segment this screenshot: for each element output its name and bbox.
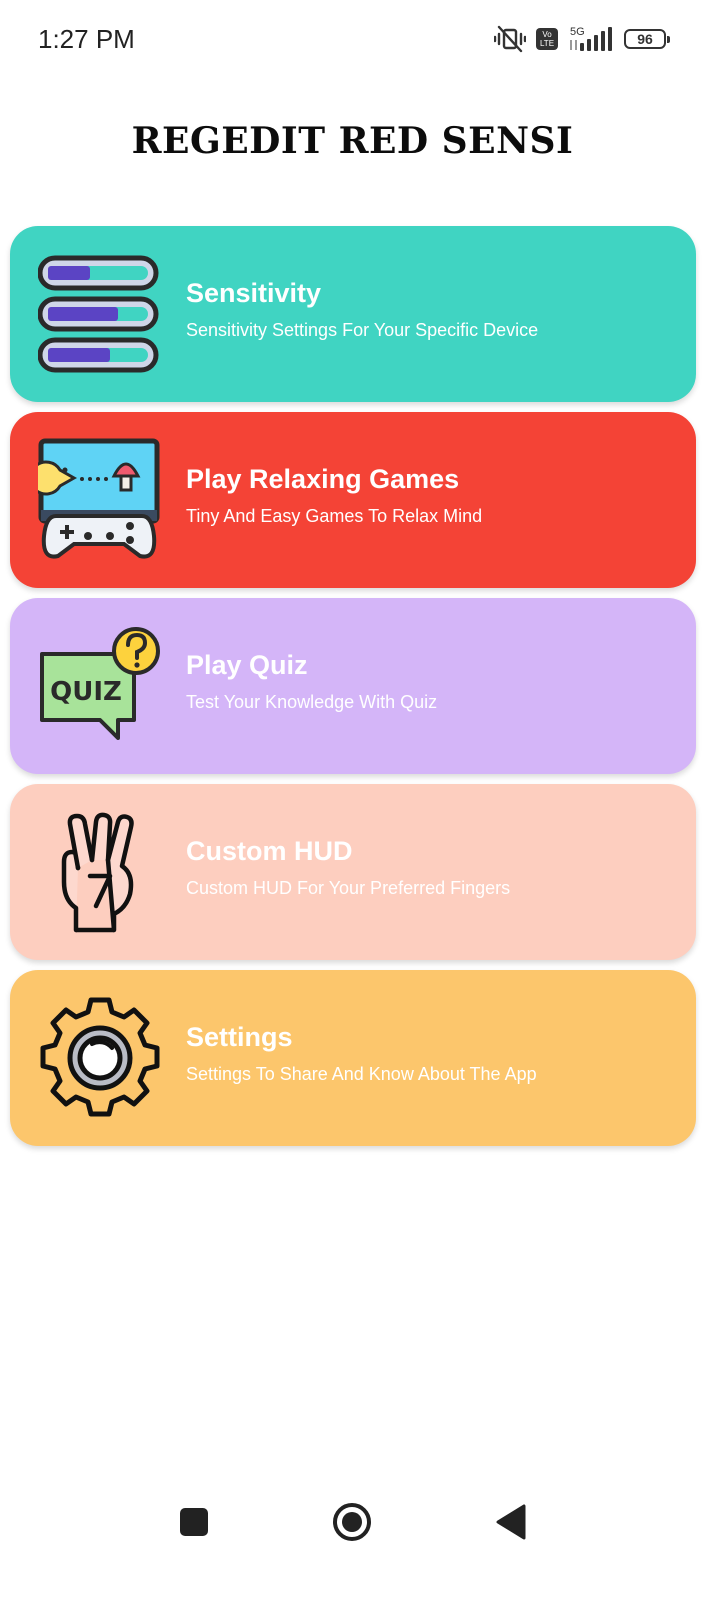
recents-square-icon[interactable]	[172, 1500, 216, 1544]
three-fingers-hand-icon	[61, 812, 134, 933]
menu-card-quiz[interactable]: QUIZ Play Quiz Test Your Knowledge With …	[10, 598, 696, 774]
volte-icon: Vo LTE	[536, 28, 558, 50]
battery-level: 96	[637, 31, 653, 47]
card-subtitle: Test Your Knowledge With Quiz	[186, 692, 438, 712]
card-subtitle: Settings To Share And Know About The App	[186, 1064, 537, 1084]
card-title: Custom HUD	[186, 836, 353, 866]
card-title: Sensitivity	[186, 278, 322, 308]
menu-card-sensitivity[interactable]: Sensitivity Sensitivity Settings For You…	[10, 226, 696, 402]
card-subtitle: Tiny And Easy Games To Relax Mind	[186, 506, 483, 526]
sensitivity-sliders-icon	[38, 255, 159, 373]
volte-text-top: Vo	[542, 30, 552, 39]
card-title: Settings	[186, 1022, 293, 1052]
vibrate-mute-icon	[494, 25, 526, 53]
card-title: Play Quiz	[186, 650, 308, 680]
status-time: 1:27 PM	[38, 24, 135, 54]
signal-5g-icon: 5G	[570, 26, 612, 51]
game-console-icon	[38, 438, 160, 559]
navigation-bar	[0, 1480, 720, 1570]
back-triangle-icon[interactable]	[490, 1500, 534, 1544]
card-subtitle: Sensitivity Settings For Your Specific D…	[186, 320, 539, 340]
status-bar: 1:27 PM Vo LTE 5G 96	[0, 0, 720, 80]
page-title: REGEDIT RED SENSI	[131, 120, 574, 162]
status-icons: Vo LTE 5G 96	[494, 24, 670, 54]
menu-card-custom-hud[interactable]: Custom HUD Custom HUD For Your Preferred…	[10, 784, 696, 960]
volte-text-bottom: LTE	[539, 39, 555, 48]
card-subtitle: Custom HUD For Your Preferred Fingers	[186, 878, 511, 898]
gear-icon	[40, 997, 160, 1117]
home-circle-icon[interactable]	[330, 1500, 374, 1544]
menu-card-settings[interactable]: Settings Settings To Share And Know Abou…	[10, 970, 696, 1146]
battery-icon: 96	[624, 29, 670, 49]
quiz-bubble-icon: QUIZ	[40, 627, 160, 740]
menu-card-games[interactable]: Play Relaxing Games Tiny And Easy Games …	[10, 412, 696, 588]
network-label: 5G	[570, 26, 585, 38]
quiz-icon-text: QUIZ	[50, 677, 122, 707]
card-title: Play Relaxing Games	[186, 464, 460, 494]
